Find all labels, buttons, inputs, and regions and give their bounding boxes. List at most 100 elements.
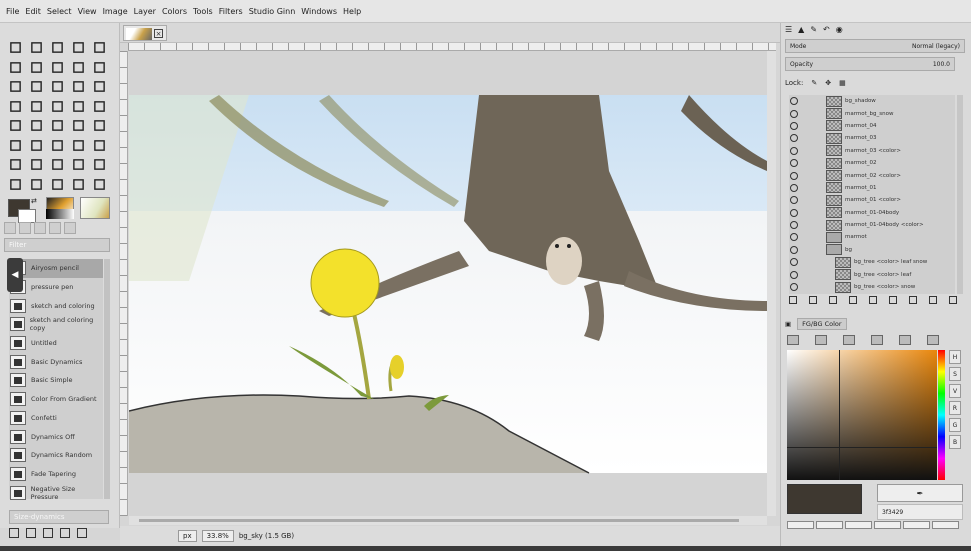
zoom-tool-icon[interactable] bbox=[5, 175, 26, 195]
device-status-tab-icon[interactable] bbox=[19, 222, 31, 234]
visibility-eye-icon[interactable] bbox=[790, 258, 798, 267]
visibility-eye-icon[interactable] bbox=[790, 109, 798, 118]
visibility-eye-icon[interactable] bbox=[790, 146, 798, 155]
channel-button[interactable]: G bbox=[949, 418, 961, 432]
channels-tab-icon[interactable]: ▲ bbox=[798, 25, 804, 37]
layer-row[interactable]: marmot_02 <color> bbox=[789, 169, 955, 182]
ellipse-select-tool-icon[interactable] bbox=[26, 38, 47, 58]
move-tool-icon[interactable] bbox=[5, 77, 26, 97]
mypaint-brush-tool-icon[interactable] bbox=[68, 136, 89, 156]
dynamics-item[interactable]: sketch and coloring copy bbox=[9, 315, 103, 334]
menu-item[interactable]: Tools bbox=[193, 7, 213, 16]
handle-transform-tool-icon[interactable] bbox=[47, 175, 68, 195]
text-tool-icon[interactable] bbox=[5, 116, 26, 136]
palette-mode-icon[interactable] bbox=[927, 335, 939, 345]
merge-layer-button[interactable] bbox=[889, 296, 897, 304]
blur-sharpen-tool-icon[interactable] bbox=[68, 155, 89, 175]
menu-item[interactable]: Select bbox=[47, 7, 72, 16]
airbrush-tool-icon[interactable] bbox=[5, 136, 26, 156]
filter-input[interactable]: Filter bbox=[4, 238, 110, 252]
channel-button[interactable]: B bbox=[949, 435, 961, 449]
shear-tool-icon[interactable] bbox=[26, 97, 47, 117]
close-icon[interactable]: × bbox=[154, 29, 163, 38]
visibility-eye-icon[interactable] bbox=[790, 233, 798, 242]
dynamics-item[interactable]: Negative Size Pressure bbox=[9, 483, 103, 502]
color-picker-tool-icon[interactable] bbox=[68, 58, 89, 78]
lock-pixels-icon[interactable]: ✎ bbox=[811, 79, 817, 87]
layer-row[interactable]: bg_shadow bbox=[789, 95, 955, 107]
paths-tab-icon[interactable]: ✎ bbox=[810, 25, 817, 37]
menu-item[interactable]: File bbox=[6, 7, 19, 16]
dynamics-item[interactable]: sketch and coloring bbox=[9, 296, 103, 315]
layer-row[interactable]: marmot_01 bbox=[789, 182, 955, 194]
unified-transform-tool-icon[interactable] bbox=[68, 77, 89, 97]
dynamics-item[interactable]: Fade Tapering bbox=[9, 465, 103, 484]
dynamics-item[interactable]: Dynamics Random bbox=[9, 446, 103, 465]
hue-strip[interactable] bbox=[938, 350, 945, 480]
flip-tool-icon[interactable] bbox=[47, 97, 68, 117]
menu-item[interactable]: Layer bbox=[134, 7, 156, 16]
canvas-horizontal-scrollbar[interactable] bbox=[129, 516, 767, 525]
mask-layer-button[interactable] bbox=[929, 296, 937, 304]
align-tool-icon[interactable] bbox=[26, 77, 47, 97]
refresh-dynamics-button[interactable] bbox=[77, 528, 87, 538]
paintbrush-tool-icon[interactable] bbox=[68, 116, 89, 136]
watercolor-mode-icon[interactable] bbox=[871, 335, 883, 345]
lock-alpha-icon[interactable]: ▦ bbox=[839, 79, 846, 87]
layer-row[interactable]: bg bbox=[789, 244, 955, 256]
clone-tool-icon[interactable] bbox=[89, 136, 110, 156]
layers-tab-icon[interactable]: ☰ bbox=[785, 25, 792, 37]
pencil-tool-icon[interactable] bbox=[89, 116, 110, 136]
canvas-vertical-scrollbar[interactable] bbox=[767, 51, 776, 516]
gradient-tool-icon[interactable] bbox=[47, 116, 68, 136]
layer-row[interactable]: marmot_bg_snow bbox=[789, 107, 955, 120]
layer-row[interactable]: marmot_04 bbox=[789, 120, 955, 132]
history-swatch[interactable] bbox=[932, 521, 959, 529]
dynamics-item[interactable]: pressure pen bbox=[9, 278, 103, 297]
cage-transform-tool-icon[interactable] bbox=[26, 175, 47, 195]
visibility-eye-icon[interactable] bbox=[790, 221, 798, 230]
bucket-fill-tool-icon[interactable] bbox=[26, 116, 47, 136]
dynamics-item[interactable]: Airyosm pencil bbox=[9, 259, 103, 278]
visibility-eye-icon[interactable] bbox=[790, 208, 798, 217]
visibility-eye-icon[interactable] bbox=[790, 183, 798, 192]
images-tab-icon[interactable] bbox=[49, 222, 61, 234]
menu-item[interactable]: Edit bbox=[25, 7, 41, 16]
channel-button[interactable]: V bbox=[949, 384, 961, 398]
dynamics-scrollbar[interactable] bbox=[104, 259, 110, 499]
new-layer-button[interactable] bbox=[789, 296, 797, 304]
menu-item[interactable]: Help bbox=[343, 7, 361, 16]
dynamics-item[interactable]: Color From Gradient bbox=[9, 390, 103, 409]
wheel-mode-icon[interactable] bbox=[843, 335, 855, 345]
free-select-tool-icon[interactable] bbox=[47, 38, 68, 58]
fg-select-2-tool-icon[interactable] bbox=[89, 175, 110, 195]
visibility-eye-icon[interactable] bbox=[790, 283, 798, 292]
dynamics-selector[interactable]: Size-dynamics bbox=[9, 510, 109, 524]
crop-tool-icon[interactable] bbox=[47, 77, 68, 97]
layer-list-scrollbar[interactable] bbox=[957, 95, 963, 294]
channel-button[interactable]: S bbox=[949, 367, 961, 381]
unit-selector[interactable]: px bbox=[178, 530, 197, 542]
history-swatch[interactable] bbox=[845, 521, 872, 529]
vertical-ruler[interactable] bbox=[120, 51, 128, 516]
hex-color-field[interactable]: 3f3429 bbox=[877, 504, 963, 520]
current-color-swatch[interactable] bbox=[787, 484, 862, 514]
visibility-eye-icon[interactable] bbox=[790, 134, 798, 143]
dodge-burn-tool-icon[interactable] bbox=[47, 155, 68, 175]
dynamics-tab-icon[interactable] bbox=[64, 222, 76, 234]
gradient-preview[interactable] bbox=[46, 209, 74, 219]
smudge-tool-icon[interactable] bbox=[26, 155, 47, 175]
zoom-selector[interactable]: 33.8% bbox=[201, 530, 234, 542]
tool-options-tab-icon[interactable] bbox=[4, 222, 16, 234]
menu-item[interactable]: Image bbox=[103, 7, 128, 16]
new-dynamics-button[interactable] bbox=[26, 528, 36, 538]
fuzzy-select-tool-icon[interactable] bbox=[68, 38, 89, 58]
opacity-value[interactable]: 100.0 bbox=[933, 61, 950, 68]
n-point-deformation-tool-icon[interactable] bbox=[68, 175, 89, 195]
menu-item[interactable]: View bbox=[78, 7, 97, 16]
raise-layer-button[interactable] bbox=[829, 296, 837, 304]
dynamics-item[interactable]: Basic Simple bbox=[9, 371, 103, 390]
layer-row[interactable]: marmot_01 <color> bbox=[789, 194, 955, 206]
dynamics-item[interactable]: Confetti bbox=[9, 409, 103, 428]
eraser-tool-icon[interactable] bbox=[26, 136, 47, 156]
